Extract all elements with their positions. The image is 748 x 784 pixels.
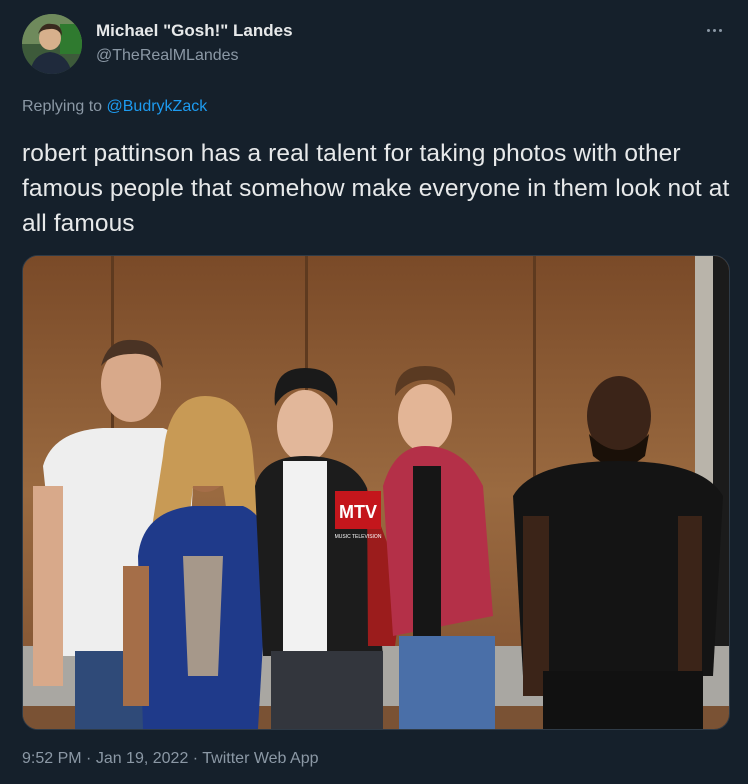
user-handle[interactable]: @TheRealMLandes xyxy=(96,47,239,65)
tweet-date[interactable]: Jan 19, 2022 xyxy=(96,750,189,767)
replying-to: Replying to @BudrykZack xyxy=(22,98,207,116)
avatar[interactable] xyxy=(22,14,82,74)
photo-logo: MTV xyxy=(339,502,377,522)
display-name[interactable]: Michael "Gosh!" Landes xyxy=(96,21,293,41)
replying-to-label: Replying to xyxy=(22,98,107,115)
tweet-text: robert pattinson has a real talent for t… xyxy=(22,140,730,237)
reply-mention-link[interactable]: @BudrykZack xyxy=(107,98,208,115)
tweet-photo[interactable]: MTV MUSIC TELEVISION xyxy=(22,255,730,730)
timestamp-separator: · xyxy=(81,750,96,767)
tweet-source[interactable]: Twitter Web App xyxy=(202,750,318,767)
photo-logo-subtext: MUSIC TELEVISION xyxy=(335,534,382,540)
tweet-timestamp: 9:52 PM · Jan 19, 2022 · Twitter Web App xyxy=(22,750,318,768)
tweet-time[interactable]: 9:52 PM xyxy=(22,750,82,767)
more-options-icon[interactable] xyxy=(700,18,728,42)
tweet: Michael "Gosh!" Landes @TheRealMLandes R… xyxy=(0,0,748,784)
timestamp-separator-2: · xyxy=(188,750,203,767)
